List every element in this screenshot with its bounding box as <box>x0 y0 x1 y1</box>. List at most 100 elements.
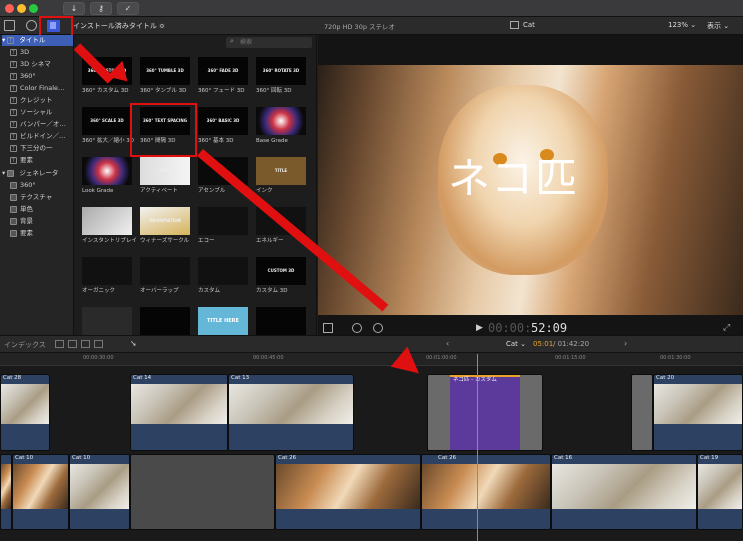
disclosure-triangle-icon: ▾ <box>2 169 6 177</box>
libraries-icon[interactable] <box>4 20 15 31</box>
timeline-clip[interactable] <box>0 454 12 530</box>
title-thumbnail[interactable]: 360° TUMBLE 3D <box>140 57 190 85</box>
timeline-clip[interactable]: Cat 19 <box>697 454 743 530</box>
gap-clip[interactable] <box>130 454 275 530</box>
timeline-clip[interactable]: Cat 26 <box>275 454 421 530</box>
timeline-ruler[interactable]: 00:00:30:00 00:00:45:00 00:01:00:00 00:0… <box>0 353 743 366</box>
title-thumbnail[interactable] <box>198 257 248 285</box>
clip-thumbnail <box>552 464 696 509</box>
highlight-box-text-spacing <box>130 103 197 157</box>
title-thumbnail[interactable] <box>82 207 132 235</box>
title-thumbnail[interactable]: TEXT <box>140 157 190 185</box>
thumbnail-caption: オーガニック <box>82 288 116 294</box>
zoom-dropdown[interactable]: 123% ⌄ <box>668 21 696 29</box>
sidebar-item-solids[interactable]: 単色 <box>10 204 33 215</box>
forward-arrow-icon[interactable]: › <box>624 339 627 348</box>
checkmark-circle-icon: ✓ <box>124 4 132 13</box>
title-thumbnail[interactable]: 360° BASIC 3D <box>198 107 248 135</box>
generator-category-icon <box>10 217 17 225</box>
clip-insert-icon[interactable] <box>68 340 77 348</box>
title-category-icon: T <box>10 72 17 80</box>
timeline-clip[interactable]: Cat 13 <box>228 374 354 451</box>
title-thumbnail[interactable]: CUSTOM 3D <box>256 257 306 285</box>
sidebar-item-credits[interactable]: T クレジット <box>10 95 53 106</box>
view-dropdown[interactable]: 表示 ⌄ <box>707 21 729 31</box>
title-thumbnail[interactable] <box>82 257 132 285</box>
title-thumbnail[interactable]: 360° ROTATE 3D <box>256 57 306 85</box>
timeline-clip[interactable]: Cat 20 <box>653 374 743 451</box>
clip-thumbnail <box>131 384 227 424</box>
back-arrow-icon[interactable]: ‹ <box>446 339 449 348</box>
search-field[interactable]: ⌕ <box>226 37 312 48</box>
title-thumbnail[interactable] <box>140 257 190 285</box>
thumbnail-caption: 360° タンブル 3D <box>140 88 187 94</box>
transform-icon[interactable] <box>323 323 333 333</box>
thumbnail-caption: カスタム 3D <box>256 288 288 294</box>
fullscreen-icon[interactable]: ⤢ <box>723 323 730 333</box>
clip-label: Cat 26 <box>438 455 457 461</box>
sidebar-item-generators[interactable]: ▾ ジェネレータ <box>2 168 58 179</box>
title-thumbnail[interactable] <box>256 107 306 135</box>
generator-category-icon <box>10 229 17 237</box>
clip-overwrite-icon[interactable] <box>94 340 103 348</box>
import-button[interactable]: ↓ <box>63 2 85 15</box>
title-thumbnail[interactable]: 360° SCALE 3D <box>82 107 132 135</box>
sidebar-item-social[interactable]: T ソーシャル <box>10 107 52 118</box>
zoom-window-button[interactable] <box>29 4 38 13</box>
sidebar-item-gen-360[interactable]: 360° <box>10 180 36 191</box>
play-icon[interactable]: ▶ <box>476 323 483 333</box>
sidebar-item-gen-elements[interactable]: 要素 <box>10 228 33 239</box>
sidebar-item-elements[interactable]: T 要素 <box>10 155 33 166</box>
clip-connect-icon[interactable] <box>55 340 64 348</box>
speed-icon[interactable] <box>373 323 383 333</box>
ruler-tick: 00:01:00:00 <box>426 355 457 361</box>
thumbnail-caption: Look Grade <box>82 188 114 194</box>
title-thumbnail[interactable] <box>82 157 132 185</box>
title-thumbnail[interactable]: TITLE HERE <box>198 307 248 335</box>
keywords-button[interactable]: ⚷ <box>90 2 112 15</box>
title-clip[interactable]: ネコ匹 - カスタム <box>427 374 543 451</box>
title-thumbnail[interactable]: TITLE <box>256 157 306 185</box>
title-category-icon: T <box>7 36 15 44</box>
installed-titles-dropdown[interactable]: インストール済みタイトル ≎ <box>73 21 165 31</box>
sidebar-item-bumper[interactable]: T バンパー／オ… <box>10 119 66 130</box>
project-dropdown[interactable]: Cat ⌄ <box>506 340 526 348</box>
sidebar-item-3d[interactable]: T 3D <box>10 47 29 58</box>
title-thumbnail[interactable] <box>198 207 248 235</box>
close-window-button[interactable] <box>5 4 14 13</box>
timeline-clip[interactable]: Cat 10 <box>69 454 130 530</box>
title-thumbnail[interactable]: INFORMATION <box>140 207 190 235</box>
highlight-box-titles-button <box>39 16 73 37</box>
select-tool-icon[interactable]: ➘ <box>130 339 137 348</box>
timeline-clip[interactable]: Cat 10 <box>12 454 69 530</box>
sidebar-item-3d-cinema[interactable]: T 3D シネマ <box>10 59 51 70</box>
sidebar-item-lower-third[interactable]: T 下三分の一 <box>10 143 53 154</box>
sidebar-item-backgrounds[interactable]: 背景 <box>10 216 33 227</box>
sidebar-item-360[interactable]: T 360° <box>10 71 36 82</box>
clip-label: Cat 10 <box>15 455 34 461</box>
minimize-window-button[interactable] <box>17 4 26 13</box>
timeline-clip[interactable]: Cat 16 <box>551 454 697 530</box>
clip-append-icon[interactable] <box>81 340 90 348</box>
timeline-clip[interactable]: Cat 14 <box>130 374 228 451</box>
title-thumbnail[interactable] <box>256 307 306 335</box>
disclosure-triangle-icon: ▾ <box>2 36 6 44</box>
sidebar-item-label: バンパー／オ… <box>20 120 66 128</box>
timeline-clip[interactable]: Cat 26 <box>421 454 551 530</box>
viewer-panel: ネコ匹 ▶ 00:00: 52:09 ⤢ <box>318 35 743 335</box>
sidebar-item-color-finale[interactable]: T Color Finale… <box>10 83 65 94</box>
magnifier-icon: ⌕ <box>230 37 234 45</box>
sidebar-item-textures[interactable]: テクスチャ <box>10 192 52 203</box>
enhance-icon[interactable] <box>352 323 362 333</box>
index-button[interactable]: インデックス <box>4 340 46 350</box>
timeline-clip[interactable]: Cat 28 <box>0 374 50 451</box>
sidebar-item-titles[interactable]: ▾ T タイトル <box>2 35 73 46</box>
transition-clip[interactable] <box>631 374 653 451</box>
photos-audio-icon[interactable] <box>26 20 37 31</box>
title-thumbnail[interactable] <box>82 307 132 335</box>
search-input[interactable] <box>240 38 310 47</box>
title-thumbnail[interactable] <box>140 307 190 335</box>
title-thumbnail[interactable]: 360° FADE 3D <box>198 57 248 85</box>
sidebar-item-build-in[interactable]: T ビルドイン／… <box>10 131 66 142</box>
background-tasks-button[interactable]: ✓ <box>117 2 139 15</box>
